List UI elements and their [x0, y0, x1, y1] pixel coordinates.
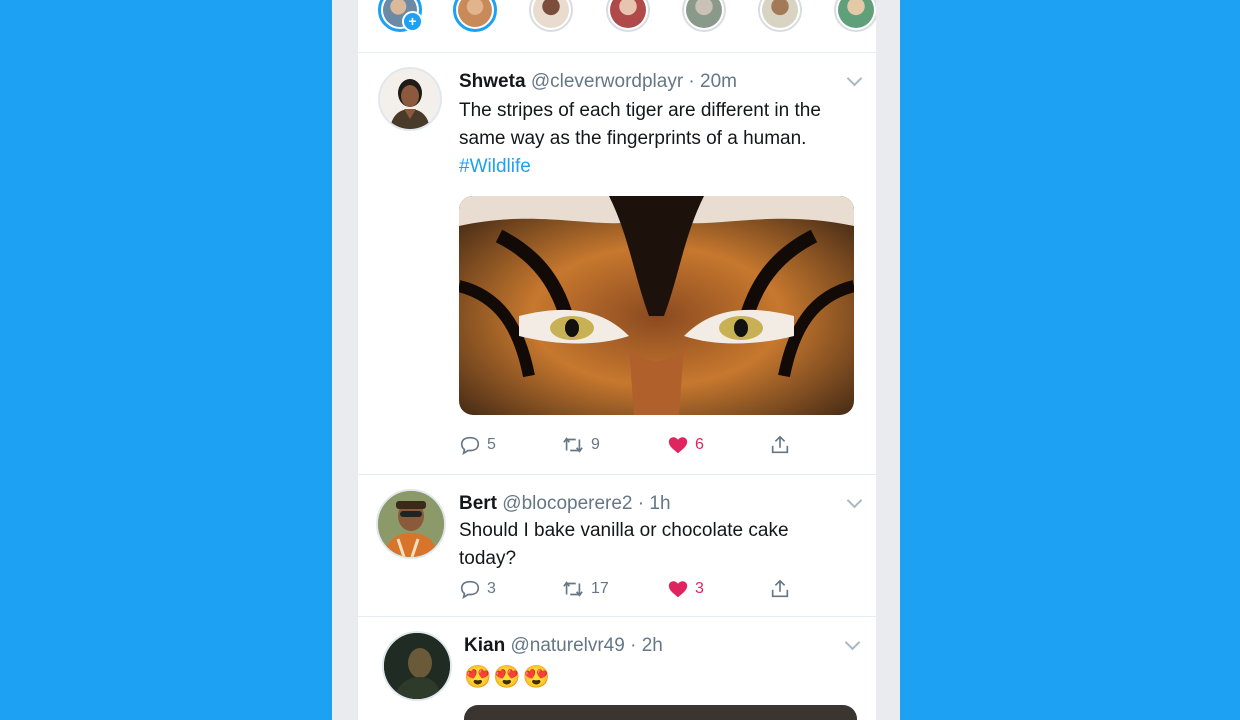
hashtag-link[interactable]: #Wildlife: [459, 156, 531, 177]
reply-icon: [460, 580, 480, 599]
reply-button[interactable]: 3: [459, 577, 496, 601]
fleet-avatar[interactable]: [682, 0, 726, 32]
share-button[interactable]: [769, 577, 791, 601]
chevron-down-icon[interactable]: [844, 634, 861, 651]
like-button[interactable]: 3: [667, 577, 704, 601]
fleets-row: +: [358, 0, 876, 53]
heart-icon: [668, 437, 688, 454]
fleet-avatar[interactable]: [834, 0, 876, 32]
separator: ·: [632, 493, 650, 514]
share-icon: [771, 579, 789, 598]
fleet-avatar[interactable]: [758, 0, 802, 32]
tweet-body: The stripes of each tiger are different …: [459, 100, 821, 149]
tweet-image[interactable]: [464, 705, 857, 720]
tweet-header: Kian @naturelvr49 · 2h: [464, 635, 663, 657]
like-count: 6: [695, 436, 704, 453]
avatar[interactable]: [382, 631, 452, 701]
add-fleet-icon[interactable]: +: [402, 11, 423, 32]
tweet-text: Should I bake vanilla or chocolate cake …: [459, 520, 789, 569]
chevron-down-icon[interactable]: [846, 492, 863, 509]
handle[interactable]: @blocoperere2: [502, 493, 632, 514]
retweet-icon: [563, 437, 583, 453]
display-name[interactable]: Bert: [459, 493, 497, 514]
avatar[interactable]: [376, 489, 446, 559]
twitter-timeline[interactable]: + Shweta @cleverwordplayr · 20m The stri…: [358, 0, 876, 720]
tweet-actions: 5 9 6: [459, 433, 819, 457]
share-button[interactable]: [769, 433, 791, 457]
display-name[interactable]: Shweta: [459, 71, 526, 92]
like-count: 3: [695, 580, 704, 597]
separator: ·: [624, 635, 642, 656]
fleet-avatar[interactable]: [606, 0, 650, 32]
fleet-avatar[interactable]: [529, 0, 573, 32]
tweet[interactable]: Kian @naturelvr49 · 2h 😍😍😍: [358, 617, 876, 720]
timestamp[interactable]: 1h: [649, 493, 670, 514]
reply-count: 3: [487, 580, 496, 597]
timestamp[interactable]: 2h: [642, 635, 663, 656]
tweet-header: Shweta @cleverwordplayr · 20m: [459, 71, 737, 93]
display-name[interactable]: Kian: [464, 635, 505, 656]
tweet-image[interactable]: [459, 196, 854, 415]
chevron-down-icon[interactable]: [846, 70, 863, 87]
like-button[interactable]: 6: [667, 433, 704, 457]
retweet-icon: [563, 581, 583, 597]
retweet-count: 17: [591, 580, 609, 597]
tweet[interactable]: Shweta @cleverwordplayr · 20m The stripe…: [358, 53, 876, 475]
separator: ·: [683, 71, 701, 92]
tweet-text: The stripes of each tiger are different …: [459, 97, 849, 181]
retweet-button[interactable]: 17: [561, 577, 609, 601]
heart-icon: [668, 581, 688, 598]
fleet-avatar[interactable]: [453, 0, 497, 32]
retweet-button[interactable]: 9: [561, 433, 600, 457]
reply-button[interactable]: 5: [459, 433, 496, 457]
fleet-your-avatar[interactable]: +: [378, 0, 423, 32]
handle[interactable]: @naturelvr49: [510, 635, 624, 656]
retweet-count: 9: [591, 436, 600, 453]
avatar[interactable]: [378, 67, 442, 131]
share-icon: [771, 435, 789, 454]
tweet[interactable]: Bert @blocoperere2 · 1h Should I bake va…: [358, 475, 876, 617]
tweet-actions: 3 17 3: [459, 577, 819, 601]
reply-count: 5: [487, 436, 496, 453]
tweet-header: Bert @blocoperere2 · 1h: [459, 493, 671, 515]
handle[interactable]: @cleverwordplayr: [531, 71, 683, 92]
tweet-text: 😍😍😍: [464, 664, 553, 689]
reply-icon: [460, 436, 480, 455]
timestamp[interactable]: 20m: [700, 71, 737, 92]
